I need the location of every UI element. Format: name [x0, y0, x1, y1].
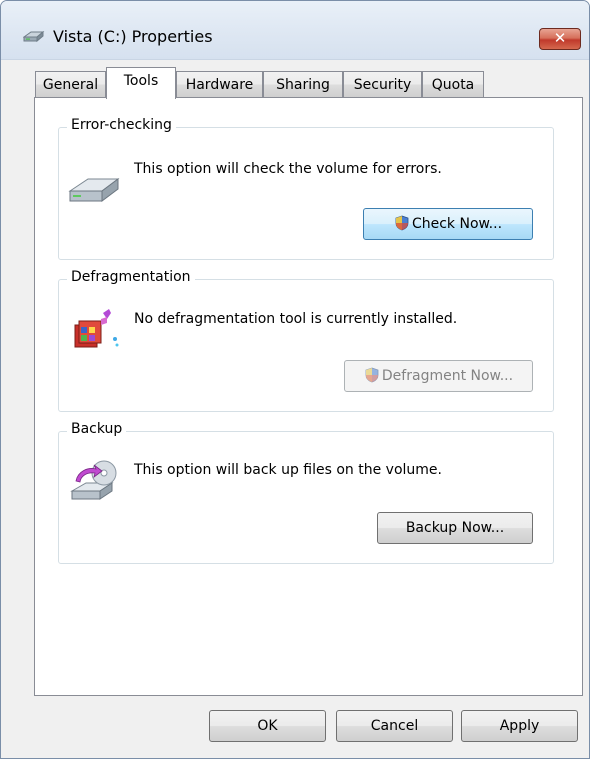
title-bar[interactable]: Vista (C:) Properties ✕: [1, 1, 589, 60]
check-now-label: Check Now...: [411, 216, 503, 232]
properties-window: Vista (C:) Properties ✕ General Tools Ha…: [0, 0, 590, 759]
apply-label: Apply: [499, 718, 540, 734]
ok-button[interactable]: OK: [209, 710, 326, 742]
backup-description: This option will back up files on the vo…: [134, 462, 442, 478]
backup-legend: Backup: [67, 421, 127, 437]
error-checking-description: This option will check the volume for er…: [134, 161, 442, 177]
defragment-now-label: Defragment Now...: [381, 368, 514, 384]
backup-now-label: Backup Now...: [405, 520, 505, 536]
ok-label: OK: [257, 718, 278, 734]
backup-icon: [70, 460, 117, 500]
defragment-now-button[interactable]: Defragment Now...: [344, 360, 533, 392]
window-title: Vista (C:) Properties: [53, 27, 213, 46]
close-button[interactable]: ✕: [539, 28, 581, 50]
backup-group: Backup: [58, 421, 554, 564]
drive-title-icon: [23, 30, 45, 43]
backup-now-button[interactable]: Backup Now...: [377, 512, 533, 544]
tab-sharing[interactable]: Sharing: [263, 71, 343, 97]
cancel-label: Cancel: [370, 718, 419, 734]
defragmentation-description: No defragmentation tool is currently ins…: [134, 311, 458, 327]
tab-security[interactable]: Security: [343, 71, 422, 97]
error-checking-legend: Error-checking: [67, 117, 176, 133]
check-now-button[interactable]: Check Now...: [363, 208, 533, 240]
tab-tools[interactable]: Tools: [106, 67, 176, 99]
defrag-icon: [74, 309, 119, 348]
tab-hardware[interactable]: Hardware: [176, 71, 263, 97]
close-icon: ✕: [553, 29, 567, 47]
defragmentation-legend: Defragmentation: [67, 269, 195, 285]
apply-button[interactable]: Apply: [461, 710, 578, 742]
uac-shield-icon: [365, 367, 379, 383]
cancel-button[interactable]: Cancel: [336, 710, 453, 742]
tab-general[interactable]: General: [35, 71, 106, 97]
uac-shield-icon: [395, 215, 409, 231]
defragmentation-group: Defragmentation: [58, 269, 554, 412]
tab-quota[interactable]: Quota: [422, 71, 484, 97]
error-checking-group: Error-checking: [58, 117, 554, 260]
hard-drive-icon: [68, 178, 120, 202]
